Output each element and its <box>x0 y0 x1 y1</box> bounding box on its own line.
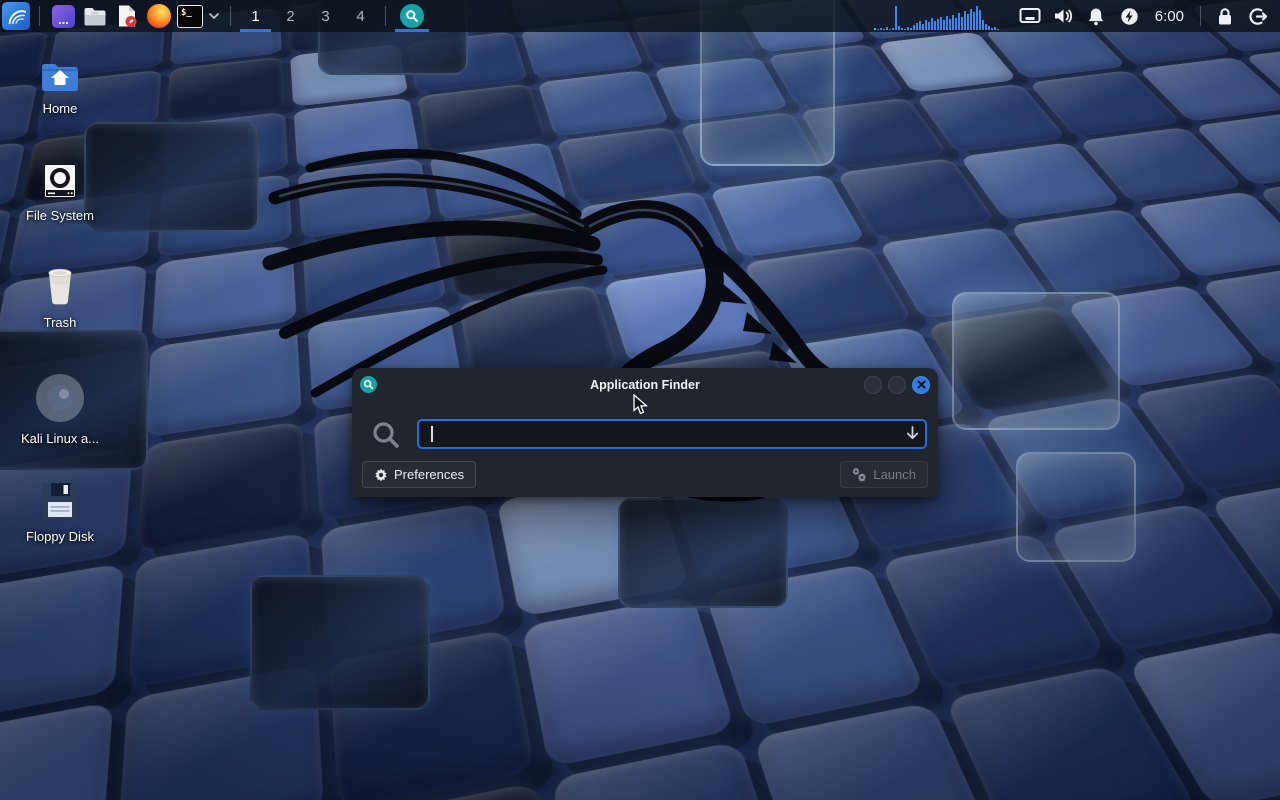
launch-gears-icon <box>852 467 867 482</box>
power-icon[interactable] <box>1113 0 1146 32</box>
finder-window-icon <box>360 376 377 393</box>
desktop-icon-trash[interactable]: Trash <box>8 266 112 330</box>
logout-icon[interactable] <box>1241 0 1274 32</box>
finder-titlebar[interactable]: Application Finder <box>352 368 938 401</box>
floppy-disk-icon <box>43 483 77 519</box>
text-editor-icon <box>119 5 137 27</box>
top-panel: $_ 1 2 3 4 6:00 <box>0 0 1280 32</box>
applications-menu-button[interactable] <box>0 0 32 32</box>
firefox-icon <box>147 4 171 28</box>
desktop-screen: Home File System Trash Kali Linux a... F… <box>0 0 1280 800</box>
notifications-icon[interactable] <box>1080 0 1113 32</box>
black-glass-cube <box>250 575 430 710</box>
file-manager-icon <box>84 8 106 26</box>
application-finder-window: Application Finder Preferences Launch <box>352 368 938 497</box>
glass-cube <box>952 292 1120 430</box>
workspace-2[interactable]: 2 <box>273 0 308 32</box>
system-tray: 6:00 <box>873 0 1280 32</box>
taskbar-application-finder[interactable] <box>393 0 431 32</box>
panel-separator <box>385 6 386 26</box>
close-icon <box>917 380 925 389</box>
workspace-3[interactable]: 3 <box>308 0 343 32</box>
kali-dragon-icon <box>2 2 30 30</box>
clock[interactable]: 6:00 <box>1146 8 1193 25</box>
launch-label: Launch <box>873 467 916 482</box>
preferences-button[interactable]: Preferences <box>362 461 477 488</box>
kali-installer-icon <box>36 374 84 422</box>
lock-icon[interactable] <box>1208 0 1241 32</box>
minimize-button[interactable] <box>864 375 882 394</box>
desktop-icon-label: Floppy Disk <box>26 529 94 544</box>
chevron-down-icon <box>209 13 219 19</box>
launcher-terminal[interactable]: $_ <box>175 0 205 32</box>
launcher-text-editor[interactable] <box>111 0 143 32</box>
launcher-window-app[interactable] <box>47 0 79 32</box>
panel-separator <box>39 6 40 26</box>
preferences-label: Preferences <box>394 467 465 482</box>
dropdown-arrow-icon[interactable] <box>905 425 920 441</box>
desktop-icon-home[interactable]: Home <box>8 56 112 116</box>
close-button[interactable] <box>912 375 930 394</box>
desktop-icon-label: Trash <box>43 315 77 330</box>
network-icon[interactable] <box>1014 0 1047 32</box>
maximize-button[interactable] <box>888 375 906 394</box>
desktop-icon-kali-linux[interactable]: Kali Linux a... <box>8 372 112 446</box>
desktop-icon-label: Home <box>42 101 78 116</box>
glass-cube <box>1016 452 1136 562</box>
panel-separator <box>230 6 231 26</box>
workspace-1[interactable]: 1 <box>238 0 273 32</box>
trash-icon <box>48 268 72 305</box>
desktop-icon-file-system[interactable]: File System <box>8 161 112 223</box>
gear-icon <box>375 468 387 481</box>
black-glass-cube <box>618 498 788 608</box>
desktop-icon-label: Kali Linux a... <box>20 431 100 446</box>
desktop-icon-label: File System <box>26 208 94 223</box>
application-finder-icon <box>400 4 424 28</box>
desktop-icon-floppy-disk[interactable]: Floppy Disk <box>8 480 112 544</box>
drive-icon <box>43 163 77 199</box>
cpu-graph[interactable] <box>873 3 1000 30</box>
terminal-dropdown[interactable] <box>205 0 223 32</box>
volume-icon[interactable] <box>1047 0 1080 32</box>
window-app-icon <box>51 4 75 28</box>
workspace-4[interactable]: 4 <box>343 0 378 32</box>
finder-title: Application Finder <box>590 377 700 392</box>
search-input[interactable] <box>417 419 927 449</box>
panel-separator <box>1200 6 1201 26</box>
launch-button[interactable]: Launch <box>840 461 928 488</box>
home-folder-icon <box>42 64 78 91</box>
launcher-firefox[interactable] <box>143 0 175 32</box>
launcher-file-manager[interactable] <box>79 0 111 32</box>
terminal-icon: $_ <box>177 4 203 28</box>
text-caret <box>431 426 433 442</box>
search-icon <box>373 422 399 448</box>
